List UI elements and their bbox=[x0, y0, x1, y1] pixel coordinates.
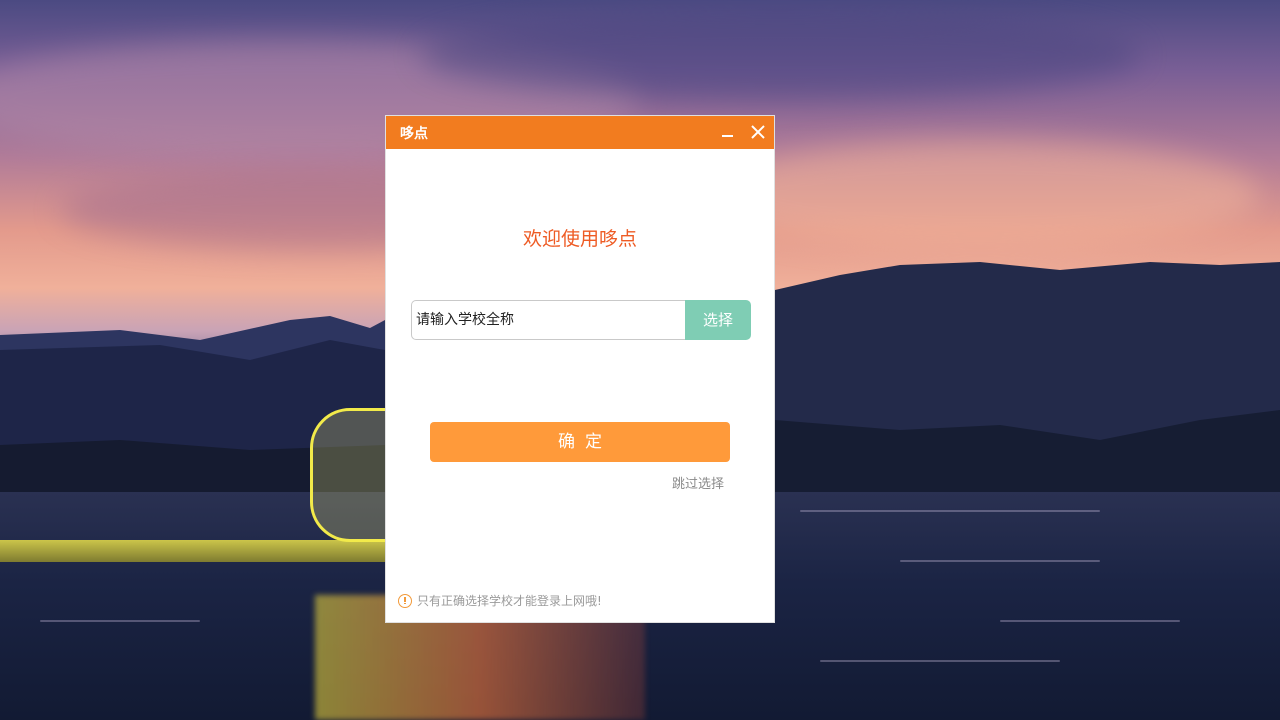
select-school-button[interactable]: 选择 bbox=[685, 300, 751, 340]
school-name-input[interactable] bbox=[411, 300, 685, 340]
login-window: 哆点 欢迎使用哆点 选择 确定 跳过选择 只有正确选择学校才能登录上网哦! bbox=[385, 115, 775, 623]
confirm-button[interactable]: 确定 bbox=[430, 422, 730, 462]
skip-selection-link[interactable]: 跳过选择 bbox=[672, 473, 724, 492]
window-title: 哆点 bbox=[400, 126, 428, 142]
school-select-group: 选择 bbox=[411, 300, 751, 340]
minimize-icon[interactable] bbox=[716, 121, 738, 143]
welcome-heading: 欢迎使用哆点 bbox=[522, 228, 637, 250]
notice: 只有正确选择学校才能登录上网哦! bbox=[398, 592, 602, 609]
titlebar[interactable]: 哆点 bbox=[386, 116, 774, 149]
lit-dock bbox=[0, 540, 385, 562]
notice-text: 只有正确选择学校才能登录上网哦! bbox=[417, 594, 602, 608]
close-icon[interactable] bbox=[747, 121, 769, 143]
info-icon bbox=[398, 593, 412, 608]
